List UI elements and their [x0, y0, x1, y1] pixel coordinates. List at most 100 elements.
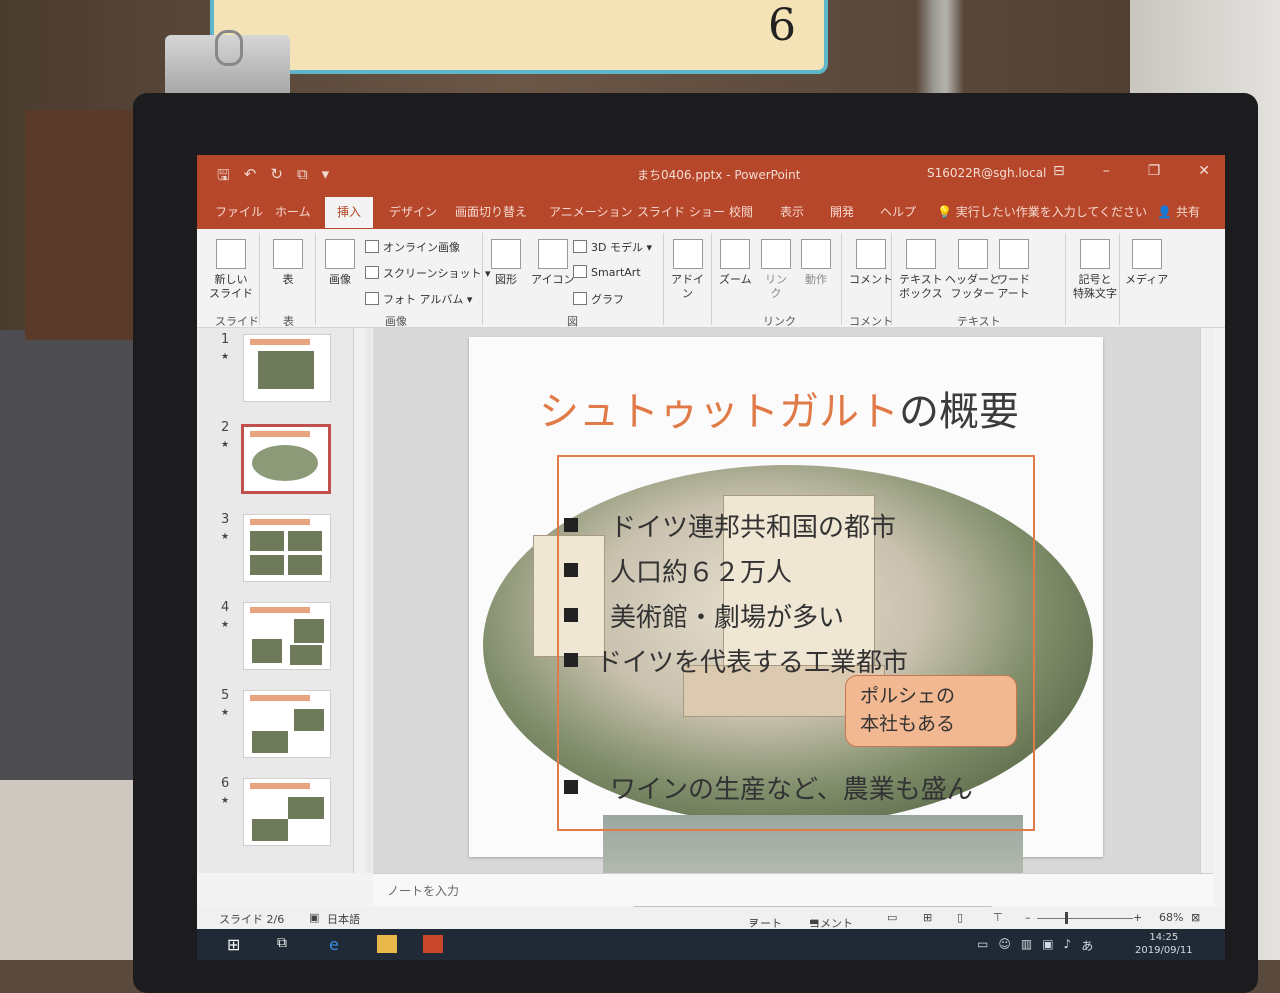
spellcheck-icon[interactable]: ▣	[309, 911, 319, 924]
security-icon[interactable]: ▥	[1021, 937, 1032, 954]
network-icon[interactable]: ▭	[977, 937, 988, 954]
group-label-link: リンク	[763, 315, 796, 328]
slide-counter: スライド 2/6	[219, 913, 285, 926]
taskbar-clock[interactable]: 14:25 2019/09/11	[1135, 931, 1193, 957]
photo-album-button[interactable]: フォト アルバム ▾	[365, 291, 472, 307]
link-button[interactable]: リン ク	[761, 239, 791, 301]
addin-label: アドイ ン	[671, 273, 704, 300]
zoom-level[interactable]: 68%	[1159, 911, 1183, 924]
addin-icon	[672, 239, 703, 269]
table-button[interactable]: 表	[273, 239, 303, 287]
slide-thumbnail-5[interactable]	[243, 690, 331, 758]
tab-insert[interactable]: 挿入	[325, 197, 374, 228]
ime-indicator[interactable]: あ	[1081, 937, 1093, 954]
redo-icon[interactable]: ↻	[270, 165, 283, 190]
online-image-button[interactable]: オンライン画像	[365, 239, 460, 255]
textbox-button[interactable]: テキスト ボックス	[899, 239, 943, 301]
zoom-out-icon[interactable]: –	[1025, 911, 1031, 924]
slideshow-icon[interactable]: ⧉	[297, 165, 308, 190]
notes-pane[interactable]: ノートを入力	[373, 873, 1213, 906]
powerpoint-icon[interactable]	[423, 935, 443, 953]
volume-icon[interactable]: ♪	[1064, 937, 1072, 954]
slide-thumbnail-3[interactable]	[243, 514, 331, 582]
current-slide[interactable]: シュトゥットガルトの概要 ドイツ連邦共和国の都市 人口約６２万人 美術館・劇場が…	[469, 337, 1103, 925]
3d-model-icon	[573, 240, 587, 253]
slide-scrollbar[interactable]	[1200, 328, 1214, 873]
comment-button[interactable]: コメント	[849, 239, 893, 287]
3d-model-label: 3D モデル	[591, 241, 643, 254]
header-footer-button[interactable]: ヘッダーと フッター	[945, 239, 1000, 301]
system-tray: ▭ ☺ ▥ ▣ ♪ あ	[977, 937, 1093, 954]
tab-transitions[interactable]: 画面切り替え	[455, 203, 527, 220]
image-button[interactable]: 画像	[325, 239, 355, 287]
zoom-slider[interactable]	[1037, 918, 1133, 919]
shapes-button[interactable]: 図形	[491, 239, 521, 287]
language-indicator[interactable]: 日本語	[327, 911, 360, 927]
media-button[interactable]: メディア	[1125, 239, 1168, 287]
new-slide-button[interactable]: 新しい スライド	[209, 239, 253, 301]
slide-thumbnail-4[interactable]	[243, 602, 331, 670]
ribbon-display-icon[interactable]: ⊟	[1053, 163, 1065, 179]
share-button[interactable]: 👤 共有	[1157, 203, 1200, 220]
zoom-button[interactable]: ズーム	[719, 239, 752, 287]
tab-help[interactable]: ヘルプ	[880, 203, 916, 220]
tab-design[interactable]: デザイン	[389, 203, 437, 220]
save-icon[interactable]: 🖫	[217, 165, 230, 190]
group-separator	[891, 233, 892, 325]
icons-button[interactable]: アイコン	[531, 239, 574, 287]
restore-icon[interactable]: ❐	[1148, 163, 1161, 179]
tab-developer[interactable]: 開発	[830, 203, 854, 220]
group-separator	[315, 233, 316, 325]
screenshot-button[interactable]: スクリーンショット ▾	[365, 265, 490, 281]
slide-thumbnail-6[interactable]	[243, 778, 331, 846]
slide-thumbnail-1[interactable]	[243, 334, 331, 402]
omega-icon	[1080, 239, 1110, 269]
tab-file[interactable]: ファイル	[215, 203, 263, 220]
graph-button[interactable]: グラフ	[573, 291, 624, 307]
smartart-button[interactable]: SmartArt	[573, 265, 641, 279]
title-accent: シュトゥットガルト	[539, 389, 899, 435]
fit-to-window-icon[interactable]: ⊠	[1191, 911, 1200, 924]
people-icon[interactable]: ☺	[998, 937, 1011, 954]
bullet-item: 美術館・劇場が多い	[564, 597, 844, 634]
account-name[interactable]: S16022R@sgh.local	[927, 166, 1046, 180]
bullet-text: 人口約６２万人	[610, 558, 793, 588]
bullet-text: ドイツ連邦共和国の都市	[610, 513, 897, 543]
zoom-in-icon[interactable]: +	[1133, 911, 1142, 924]
normal-view-icon[interactable]: ▭	[887, 911, 897, 924]
minimize-icon[interactable]: –	[1103, 163, 1110, 179]
addin-button[interactable]: アドイ ン	[671, 239, 704, 301]
windows-taskbar: ⊞ ⧉ e ▭ ☺ ▥ ▣ ♪ あ 14:25 2019/09/11	[197, 929, 1225, 960]
tab-home[interactable]: ホーム	[275, 203, 311, 220]
tell-me-box[interactable]: 💡 実行したい作業を入力してください	[937, 203, 1147, 220]
thumb-picture	[294, 709, 324, 731]
slide-thumbnail-2[interactable]	[241, 424, 331, 494]
undo-icon[interactable]: ↶	[244, 165, 257, 190]
edge-icon[interactable]: e	[329, 935, 349, 954]
tab-animations[interactable]: アニメーション	[549, 203, 633, 220]
windows-start-icon[interactable]: ⊞	[227, 935, 247, 954]
thumb-title	[250, 519, 310, 525]
reading-view-icon[interactable]: ▯	[957, 911, 963, 924]
action-button[interactable]: 動作	[801, 239, 831, 287]
thumbnails-scrollbar[interactable]	[353, 328, 366, 873]
smartart-icon	[573, 265, 587, 278]
file-explorer-icon[interactable]	[377, 935, 397, 953]
header-footer-icon	[957, 239, 988, 269]
3d-model-button[interactable]: 3D モデル ▾	[573, 239, 652, 255]
zoom-slider-knob[interactable]	[1065, 912, 1068, 924]
tab-review[interactable]: 校閲	[729, 203, 753, 220]
slide-title[interactable]: シュトゥットガルトの概要	[539, 379, 1019, 437]
notification-icon[interactable]: ▣	[1042, 937, 1053, 954]
close-icon[interactable]: ✕	[1198, 163, 1210, 179]
slide-sorter-icon[interactable]: ⊞	[923, 911, 932, 924]
wordart-button[interactable]: ワード アート	[997, 239, 1030, 301]
customize-icon[interactable]: ▾	[322, 165, 330, 190]
bullet-item: 人口約６２万人	[564, 552, 792, 589]
tab-view[interactable]: 表示	[780, 203, 804, 220]
symbol-button[interactable]: 記号と 特殊文字	[1073, 239, 1117, 301]
task-view-icon[interactable]: ⧉	[277, 935, 297, 953]
tab-slideshow[interactable]: スライド ショー	[637, 203, 725, 220]
callout-box[interactable]: ポルシェの 本社もある	[845, 675, 1017, 747]
slideshow-view-icon[interactable]: ⊤	[993, 911, 1003, 924]
